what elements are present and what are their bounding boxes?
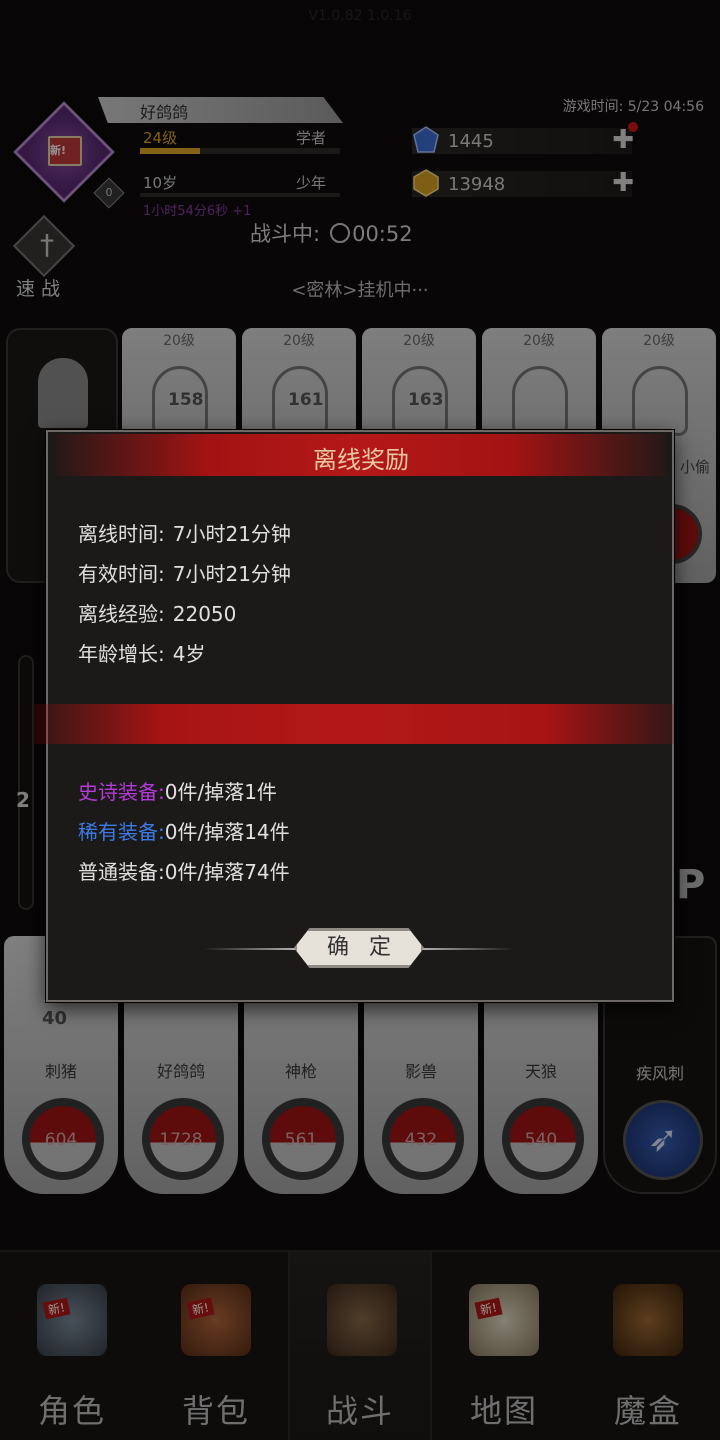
rare-equip-label: 稀有装备: [78, 820, 165, 844]
common-equip-row: 普通装备:0件/掉落74件 [78, 856, 290, 885]
age-growth-row: 年龄增长: 4岁 [78, 638, 205, 667]
epic-equip-label: 史诗装备: [78, 780, 165, 804]
rare-equip-row: 稀有装备:0件/掉落14件 [78, 816, 290, 845]
offline-exp-value: 22050 [172, 602, 237, 626]
effective-time-value: 7小时21分钟 [172, 562, 291, 586]
offline-time-row: 离线时间: 7小时21分钟 [78, 518, 291, 547]
age-growth-label: 年龄增长: [78, 642, 165, 666]
common-equip-value: 0件/掉落74件 [164, 860, 290, 884]
dialog-title-bar: 离线奖励 [56, 434, 666, 476]
age-growth-value: 4岁 [172, 642, 206, 666]
dialog-title: 离线奖励 [313, 446, 409, 474]
rare-equip-value: 0件/掉落14件 [164, 820, 290, 844]
offline-exp-row: 离线经验: 22050 [78, 598, 236, 627]
effective-time-row: 有效时间: 7小时21分钟 [78, 558, 291, 587]
epic-equip-row: 史诗装备:0件/掉落1件 [78, 776, 277, 805]
common-equip-label: 普通装备: [78, 860, 165, 884]
offline-time-label: 离线时间: [78, 522, 165, 546]
dialog-divider [34, 704, 674, 744]
confirm-area: 确定 [204, 926, 514, 972]
offline-time-value: 7小时21分钟 [172, 522, 291, 546]
offline-exp-label: 离线经验: [78, 602, 165, 626]
effective-time-label: 有效时间: [78, 562, 165, 586]
epic-equip-value: 0件/掉落1件 [164, 780, 277, 804]
offline-reward-dialog: 离线奖励 离线时间: 7小时21分钟 有效时间: 7小时21分钟 离线经验: 2205… [34, 430, 674, 1002]
confirm-button[interactable]: 确定 [294, 928, 424, 968]
